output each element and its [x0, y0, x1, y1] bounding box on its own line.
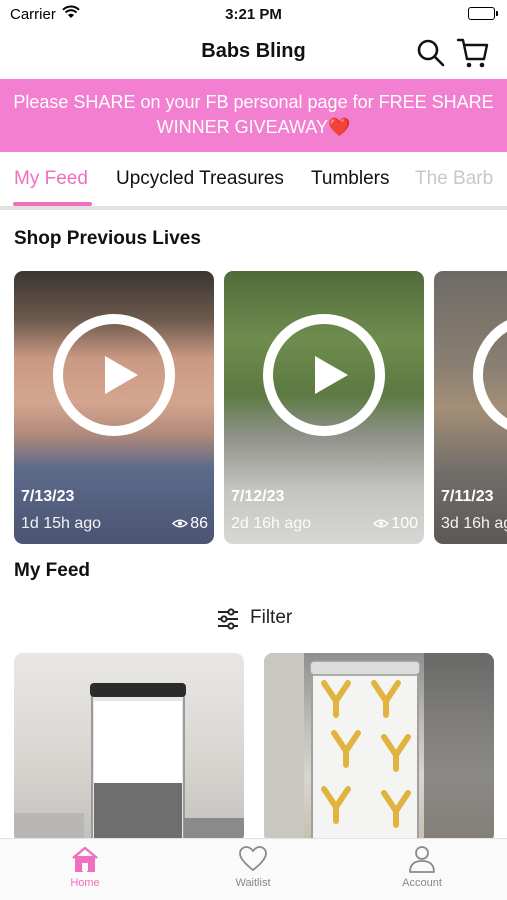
- feed-product-card[interactable]: [264, 653, 494, 843]
- eye-icon: [373, 519, 390, 528]
- live-time-ago: 1d 15h ago: [21, 515, 102, 532]
- product-image: [264, 653, 494, 843]
- tab-the-barb[interactable]: The Barb: [415, 168, 493, 190]
- live-video-card[interactable]: 7/13/23 1d 15h ago 86: [14, 271, 214, 544]
- tabbar-waitlist-label: Waitlist: [235, 877, 271, 889]
- eye-icon: [172, 519, 189, 528]
- nav-bar: Babs Bling: [0, 30, 507, 78]
- live-video-card[interactable]: 7/12/23 2d 16h ago 100: [224, 271, 424, 544]
- filter-icon: [218, 608, 238, 630]
- play-icon[interactable]: [53, 314, 175, 436]
- category-tabs: My Feed Upcycled Treasures Tumblers The …: [0, 152, 507, 210]
- home-icon: [72, 846, 98, 872]
- live-time-ago: 3d 16h ago: [441, 515, 507, 532]
- search-icon[interactable]: [416, 38, 446, 68]
- promo-banner[interactable]: Please SHARE on your FB personal page fo…: [0, 79, 507, 152]
- previous-lives-carousel[interactable]: 7/13/23 1d 15h ago 86 7/12/23 2d 16h ago…: [0, 271, 507, 545]
- tab-my-feed[interactable]: My Feed: [14, 168, 88, 190]
- filter-label: Filter: [250, 607, 293, 628]
- tabbar-home-label: Home: [70, 877, 100, 889]
- live-date: 7/11/23: [441, 488, 494, 505]
- tabbar-account[interactable]: Account: [362, 845, 482, 889]
- section-title-my-feed: My Feed: [14, 560, 91, 581]
- live-date: 7/12/23: [231, 488, 285, 505]
- feed-product-card[interactable]: [14, 653, 244, 843]
- tab-tumblers[interactable]: Tumblers: [311, 168, 389, 190]
- live-date: 7/13/23: [21, 488, 75, 505]
- live-video-card[interactable]: 7/11/23 3d 16h ago: [434, 271, 507, 544]
- tabbar-home[interactable]: Home: [25, 845, 145, 889]
- play-icon[interactable]: [473, 314, 507, 436]
- tabbar-waitlist[interactable]: Waitlist: [193, 845, 313, 889]
- status-bar: Carrier 3:21 PM: [0, 0, 507, 30]
- active-tab-indicator: [13, 202, 92, 206]
- tabbar-account-label: Account: [402, 877, 442, 889]
- view-count: 86: [172, 515, 208, 533]
- battery-icon: [468, 7, 498, 20]
- tab-upcycled-treasures[interactable]: Upcycled Treasures: [116, 168, 284, 190]
- person-icon: [409, 846, 435, 873]
- bottom-tab-bar: Home Waitlist Account: [0, 838, 507, 900]
- heart-emoji: ❤️: [327, 117, 351, 137]
- view-count: 100: [373, 515, 418, 533]
- play-icon[interactable]: [263, 314, 385, 436]
- section-title-previous-lives: Shop Previous Lives: [14, 228, 201, 249]
- product-image: [14, 683, 244, 843]
- clock: 3:21 PM: [225, 6, 282, 23]
- cart-icon[interactable]: [456, 36, 490, 70]
- banner-text: Please SHARE on your FB personal page fo…: [13, 92, 494, 137]
- live-time-ago: 2d 16h ago: [231, 515, 312, 532]
- heart-icon: [239, 846, 267, 872]
